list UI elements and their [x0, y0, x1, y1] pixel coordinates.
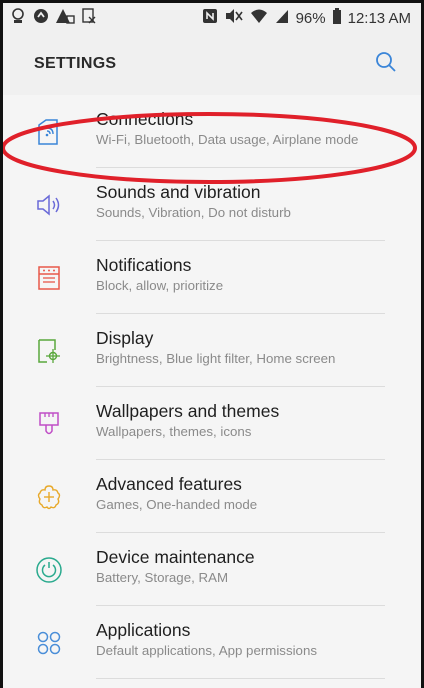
item-subtitle: Wi-Fi, Bluetooth, Data usage, Airplane m… [96, 132, 359, 147]
item-title: Display [96, 328, 154, 348]
clock: 12:13 AM [347, 9, 411, 27]
display-icon [35, 337, 63, 365]
notifications-icon [35, 264, 63, 292]
item-title: Notifications [96, 255, 192, 275]
screenshot-icon [81, 8, 97, 28]
settings-item-sounds-and-vibration[interactable]: Sounds and vibration Sounds, Vibration, … [3, 168, 421, 241]
item-subtitle: Sounds, Vibration, Do not disturb [96, 205, 291, 220]
app-header: SETTINGS [3, 33, 421, 95]
status-bar-right: 96% 12:13 AM [202, 8, 411, 28]
item-subtitle: Games, One-handed mode [96, 497, 258, 512]
settings-item-wallpapers-and-themes[interactable]: Wallpapers and themes Wallpapers, themes… [3, 387, 421, 460]
signal-icon [275, 8, 289, 28]
settings-item-connections[interactable]: Connections Wi-Fi, Bluetooth, Data usage… [3, 95, 421, 168]
nfc-icon [202, 8, 218, 28]
settings-item-device-maintenance[interactable]: Device maintenance Battery, Storage, RAM [3, 533, 421, 606]
page-title: SETTINGS [34, 55, 117, 72]
paintbrush-icon [35, 410, 63, 438]
battery-percent: 96% [295, 9, 326, 27]
divider [96, 678, 385, 679]
settings-item-advanced-features[interactable]: Advanced features Games, One-handed mode [3, 460, 421, 533]
item-title: Device maintenance [96, 547, 255, 567]
status-bar: 96% 12:13 AM [3, 3, 421, 33]
item-title: Applications [96, 620, 191, 640]
data-saver-icon [33, 8, 49, 28]
item-subtitle: Wallpapers, themes, icons [96, 424, 252, 439]
wifi-icon [250, 8, 268, 28]
settings-item-notifications[interactable]: Notifications Block, allow, prioritize [3, 241, 421, 314]
applications-icon [35, 629, 63, 657]
device-maintenance-icon [35, 556, 63, 584]
usb-debug-icon [9, 7, 27, 29]
phone-screen: 96% 12:13 AM SETTINGS Connections Wi-Fi,… [0, 0, 424, 688]
search-button[interactable] [373, 51, 399, 77]
item-title: Connections [96, 109, 194, 129]
item-subtitle: Battery, Storage, RAM [96, 570, 229, 585]
item-title: Advanced features [96, 474, 242, 494]
speaker-icon [35, 191, 63, 219]
status-bar-left [9, 7, 97, 29]
item-subtitle: Brightness, Blue light filter, Home scre… [96, 351, 336, 366]
search-icon [375, 51, 397, 78]
settings-list: Connections Wi-Fi, Bluetooth, Data usage… [3, 95, 421, 688]
warning-icon [55, 8, 75, 28]
item-title: Sounds and vibration [96, 182, 261, 202]
item-subtitle: Default applications, App permissions [96, 643, 317, 658]
settings-item-display[interactable]: Display Brightness, Blue light filter, H… [3, 314, 421, 387]
mute-icon [225, 8, 243, 28]
item-title: Wallpapers and themes [96, 401, 280, 421]
settings-item-applications[interactable]: Applications Default applications, App p… [3, 606, 421, 679]
advanced-features-icon [35, 483, 63, 511]
item-subtitle: Block, allow, prioritize [96, 278, 224, 293]
connections-icon [35, 118, 63, 146]
battery-icon [332, 8, 341, 28]
